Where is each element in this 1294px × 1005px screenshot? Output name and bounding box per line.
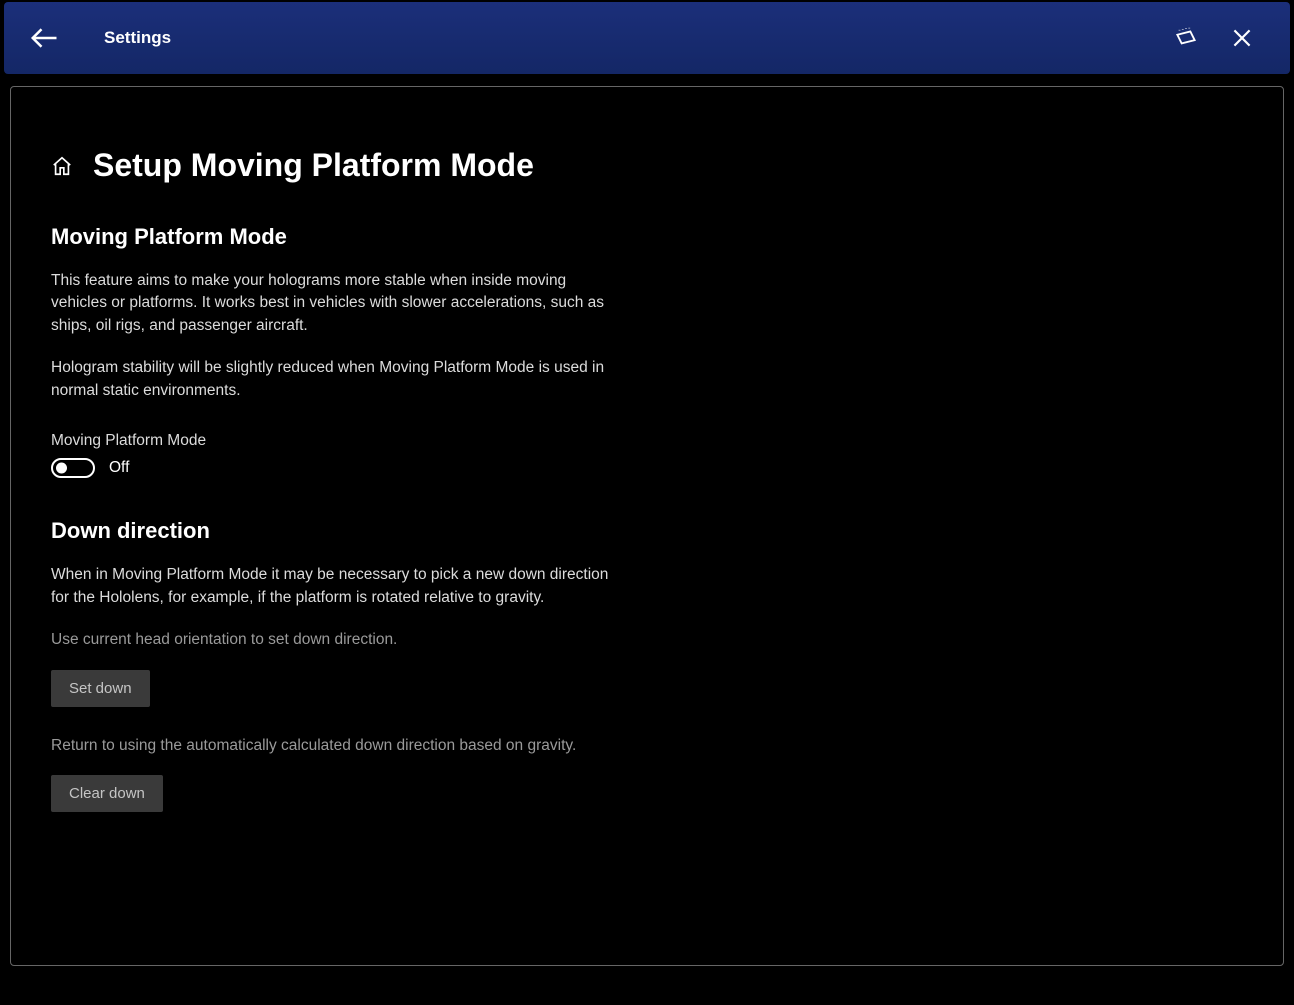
- set-down-desc: Use current head orientation to set down…: [51, 629, 611, 651]
- back-arrow-icon: [29, 23, 59, 53]
- clear-down-button[interactable]: Clear down: [51, 775, 163, 812]
- toggle-knob: [56, 463, 67, 474]
- page-header: Setup Moving Platform Mode: [51, 147, 1243, 184]
- close-icon: [1229, 25, 1255, 51]
- mpm-toggle-row: Off: [51, 458, 611, 478]
- window-state-button[interactable]: [1158, 10, 1214, 66]
- close-button[interactable]: [1214, 10, 1270, 66]
- set-down-button[interactable]: Set down: [51, 670, 150, 707]
- back-button[interactable]: [14, 8, 74, 68]
- titlebar: Settings: [4, 2, 1290, 74]
- section-mpm-title: Moving Platform Mode: [51, 224, 611, 250]
- section-down-desc1: When in Moving Platform Mode it may be n…: [51, 564, 611, 609]
- window-slate-icon: [1173, 25, 1199, 51]
- mpm-toggle-switch[interactable]: [51, 458, 95, 478]
- mpm-toggle-state: Off: [109, 459, 129, 477]
- page-title: Setup Moving Platform Mode: [93, 147, 534, 184]
- clear-down-desc: Return to using the automatically calcul…: [51, 735, 611, 757]
- home-icon-button[interactable]: [51, 155, 73, 177]
- section-moving-platform-mode: Moving Platform Mode This feature aims t…: [51, 224, 611, 478]
- section-mpm-desc2: Hologram stability will be slightly redu…: [51, 357, 611, 402]
- app-title: Settings: [104, 28, 171, 48]
- home-icon: [51, 155, 73, 177]
- mpm-toggle-label: Moving Platform Mode: [51, 432, 611, 450]
- content-panel: Setup Moving Platform Mode Moving Platfo…: [10, 86, 1284, 966]
- section-down-direction: Down direction When in Moving Platform M…: [51, 518, 611, 840]
- section-down-title: Down direction: [51, 518, 611, 544]
- section-mpm-desc1: This feature aims to make your holograms…: [51, 270, 611, 337]
